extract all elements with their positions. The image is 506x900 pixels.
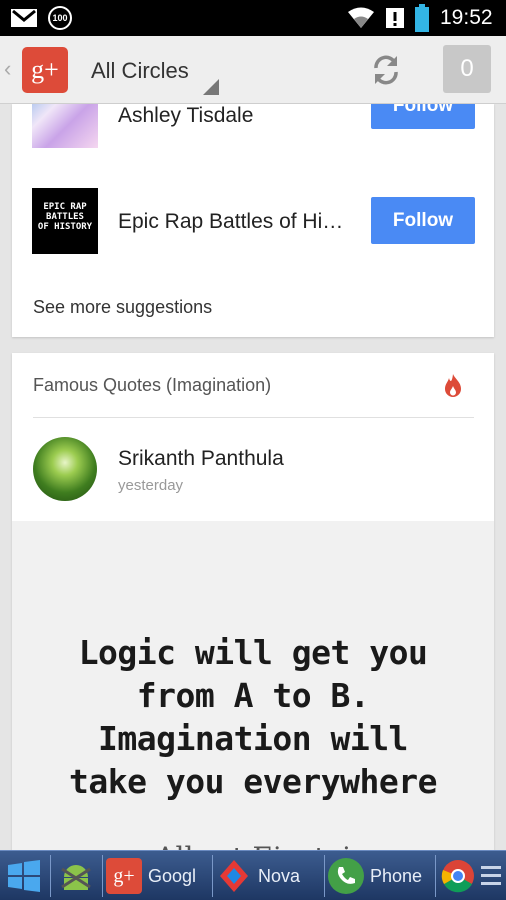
follow-button[interactable]: Follow [371,104,475,129]
avatar[interactable] [32,104,98,148]
suggestions-card: Ashley Tisdale Follow EPIC RAP BATTLES O… [12,104,494,337]
follow-button[interactable]: Follow [371,197,475,244]
hot-icon [445,374,461,397]
quote-line: Logic will get you [78,633,428,672]
post-card: Famous Quotes (Imagination) Srikanth Pan… [12,353,494,900]
taskbar-item-google-plus[interactable]: g+ Googl [106,853,196,899]
see-more-suggestions-link[interactable]: See more suggestions [33,297,212,318]
action-bar: ‹ g+ All Circles 0 [0,36,506,104]
taskbar-item-nova[interactable]: Nova [216,853,300,899]
quote-line: take you everywhere [69,762,438,801]
taskbar-item-label: Phone [370,865,423,886]
notifications-button[interactable]: 0 [443,45,491,93]
back-icon[interactable]: ‹ [4,56,11,82]
suggestion-row: Ashley Tisdale Follow [12,104,494,152]
refresh-icon[interactable] [368,52,404,88]
taskbar-separator [212,855,213,897]
community-title[interactable]: Famous Quotes (Imagination) [33,375,271,396]
status-bar: 100 19:52 [0,0,506,36]
taskbar-separator [102,855,103,897]
taskbar-separator [435,855,436,897]
menu-icon[interactable] [480,863,502,889]
avatar[interactable] [33,437,97,501]
divider [33,417,474,418]
google-plus-logo[interactable]: g+ [22,47,68,93]
alert-icon [386,8,404,28]
taskbar-separator [50,855,51,897]
stream-selector[interactable]: All Circles [91,58,189,84]
quote-line: from A to B. [136,676,370,715]
dropdown-caret-icon[interactable] [203,79,219,95]
avatar-text: OF HISTORY [37,222,93,232]
avatar[interactable]: EPIC RAP BATTLES OF HISTORY [32,188,98,254]
taskbar-item-phone[interactable]: Phone [328,853,422,899]
phone-icon [328,858,364,894]
post-image[interactable]: Logic will get you from A to B. Imaginat… [12,521,494,900]
suggestion-row: EPIC RAP BATTLES OF HISTORY Epic Rap Bat… [12,188,494,258]
android-icon[interactable] [58,859,94,893]
nova-launcher-icon [216,858,252,894]
quote-text: Logic will get you from A to B. Imaginat… [12,631,494,803]
suggestion-name[interactable]: Ashley Tisdale [118,104,253,128]
taskbar-item-label: Nova [258,865,301,886]
author-name[interactable]: Srikanth Panthula [118,447,284,471]
suggestion-name[interactable]: Epic Rap Battles of Hi… [118,210,343,234]
avatar-text: BATTLES [46,212,84,222]
taskbar-separator [324,855,325,897]
google-plus-icon: g+ [106,858,142,894]
windows-start-icon[interactable] [6,859,42,893]
avatar-text: EPIC RAP [43,202,87,212]
taskbar: g+ Googl Nova Phone [0,850,506,900]
post-timestamp: yesterday [118,477,184,494]
gmail-icon [11,9,37,27]
taskbar-item-label: Googl [148,865,197,886]
battery-icon [415,4,429,32]
battery-indicator-text: 100 [52,13,68,23]
battery-100-icon: 100 [48,6,72,30]
quote-line: Imagination will [98,719,408,758]
chrome-icon[interactable] [441,859,475,893]
wifi-icon [348,7,374,28]
clock: 19:52 [440,6,493,29]
